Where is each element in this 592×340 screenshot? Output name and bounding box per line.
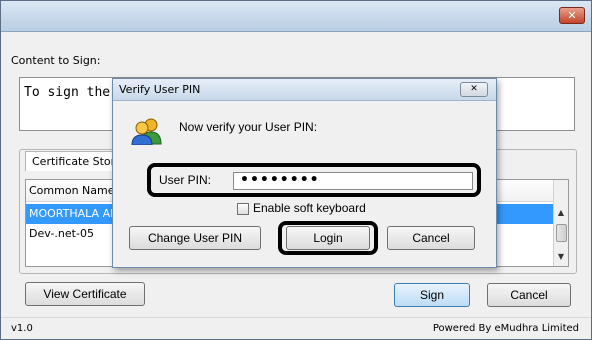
- scrollbar-thumb[interactable]: [556, 224, 567, 242]
- chevron-up-icon[interactable]: ▲: [554, 206, 568, 220]
- title-bar[interactable]: ✕: [1, 1, 591, 32]
- content-to-sign-text: To sign the: [24, 85, 111, 100]
- chevron-down-icon[interactable]: ▼: [554, 250, 568, 264]
- close-icon: ✕: [470, 84, 478, 94]
- vertical-scrollbar[interactable]: ▲ ▼: [553, 180, 568, 266]
- verify-prompt: Now verify your User PIN:: [179, 120, 318, 134]
- status-bar: v1.0 Powered By eMudhra Limited: [1, 317, 591, 340]
- change-user-pin-button[interactable]: Change User PIN: [129, 226, 261, 250]
- view-certificate-button[interactable]: View Certificate: [25, 282, 145, 306]
- user-pin-input[interactable]: ••••••••: [233, 172, 473, 190]
- dialog-title: Verify User PIN: [119, 83, 201, 96]
- soft-keyboard-label[interactable]: Enable soft keyboard: [253, 201, 366, 215]
- window-close-button[interactable]: ✕: [559, 7, 585, 24]
- soft-keyboard-checkbox[interactable]: [237, 203, 249, 215]
- sign-button[interactable]: Sign: [394, 283, 470, 307]
- dialog-cancel-button[interactable]: Cancel: [387, 226, 475, 250]
- tab-certificate-store[interactable]: Certificate Stor: [25, 151, 125, 171]
- powered-by-label: Powered By eMudhra Limited: [432, 323, 579, 334]
- users-icon: [131, 118, 162, 145]
- version-label: v1.0: [11, 323, 33, 334]
- dialog-title-bar[interactable]: Verify User PIN: [113, 79, 496, 101]
- dialog-close-button[interactable]: ✕: [460, 82, 488, 97]
- login-button[interactable]: Login: [286, 226, 370, 250]
- content-to-sign-label: Content to Sign:: [11, 54, 101, 67]
- cancel-button[interactable]: Cancel: [487, 283, 571, 307]
- verify-pin-dialog: Verify User PIN ✕ Now verify your User P…: [112, 78, 497, 268]
- user-pin-label: User PIN:: [159, 173, 212, 187]
- close-icon: ✕: [567, 9, 577, 22]
